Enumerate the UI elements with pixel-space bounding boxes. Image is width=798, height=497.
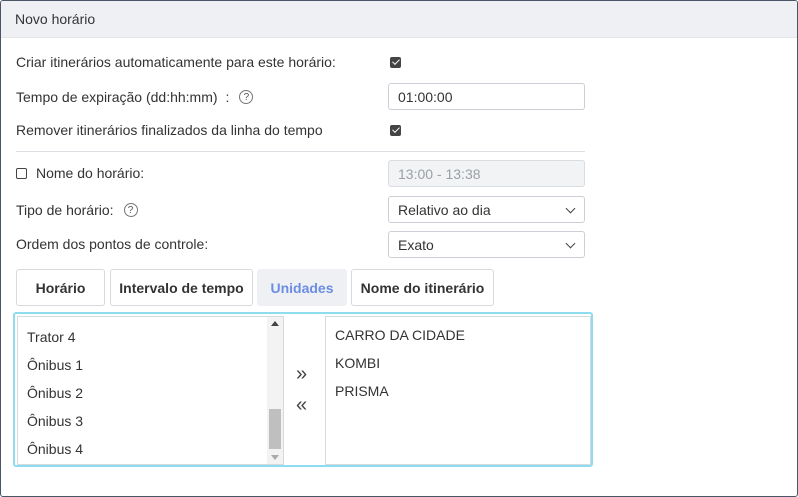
auto-create-row: Criar itinerários automaticamente para e…: [16, 52, 336, 72]
schedule-name-input[interactable]: 13:00 - 13:38: [388, 160, 585, 187]
available-units-list[interactable]: Trator 4 Ônibus 1 Ônibus 2 Ônibus 3 Ônib…: [17, 316, 284, 465]
remove-finished-row: Remover itinerários finalizados da linha…: [16, 120, 323, 140]
help-icon[interactable]: ?: [123, 203, 138, 217]
tab-time-interval[interactable]: Intervalo de tempo: [110, 269, 253, 306]
expiration-colon: :: [225, 89, 230, 105]
schedule-type-value: Relativo ao dia: [398, 201, 491, 218]
list-item[interactable]: Ônibus 2: [18, 379, 283, 407]
schedule-name-checkbox[interactable]: [16, 167, 27, 179]
tab-units[interactable]: Unidades: [257, 269, 347, 306]
auto-create-checkbox[interactable]: [390, 57, 401, 68]
scroll-down-icon[interactable]: [271, 455, 279, 460]
checkpoint-order-value: Exato: [398, 236, 434, 253]
checkpoint-order-select[interactable]: Exato: [388, 231, 585, 258]
checkpoint-order-row: Ordem dos pontos de controle:: [16, 234, 208, 254]
selected-units-list[interactable]: CARRO DA CIDADE KOMBI PRISMA: [325, 316, 591, 465]
help-icon[interactable]: ?: [239, 90, 254, 104]
list-item[interactable]: Ônibus 1: [18, 351, 283, 379]
schedule-type-label: Tipo de horário:: [16, 202, 114, 218]
list-item[interactable]: KOMBI: [326, 349, 590, 377]
remove-finished-checkbox[interactable]: [390, 125, 401, 136]
remove-finished-label: Remover itinerários finalizados da linha…: [16, 122, 323, 138]
chevron-down-icon: [565, 238, 576, 249]
list-item[interactable]: Ônibus 4: [18, 435, 283, 463]
chevron-down-icon: [565, 203, 576, 214]
scroll-up-icon[interactable]: [271, 321, 279, 326]
auto-create-label: Criar itinerários automaticamente para e…: [16, 54, 336, 70]
expiration-input[interactable]: 01:00:00: [388, 83, 585, 110]
divider: [16, 151, 585, 152]
dialog-title: Novo horário: [1, 1, 797, 38]
list-item[interactable]: CARRO DA CIDADE: [326, 321, 590, 349]
move-left-button[interactable]: «: [296, 395, 307, 415]
tab-schedule[interactable]: Horário: [16, 269, 105, 306]
expiration-row: Tempo de expiração (dd:hh:mm) : ?: [16, 87, 254, 107]
checkpoint-order-label: Ordem dos pontos de controle:: [16, 236, 209, 252]
list-item[interactable]: PRISMA: [326, 377, 590, 405]
new-schedule-dialog: Novo horário Criar itinerários automatic…: [0, 0, 798, 497]
schedule-name-label: Nome do horário:: [36, 165, 145, 181]
schedule-type-select[interactable]: Relativo ao dia: [388, 196, 585, 223]
move-right-button[interactable]: »: [296, 364, 307, 384]
expiration-label: Tempo de expiração (dd:hh:mm): [16, 89, 218, 105]
list-item[interactable]: Trator 4: [18, 323, 283, 351]
scroll-thumb[interactable]: [269, 409, 281, 449]
scrollbar[interactable]: [267, 317, 283, 464]
tab-itinerary-name[interactable]: Nome do itinerário: [351, 269, 494, 306]
list-item[interactable]: Ônibus 3: [18, 407, 283, 435]
units-panel: Trator 4 Ônibus 1 Ônibus 2 Ônibus 3 Ônib…: [13, 312, 593, 467]
schedule-type-row: Tipo de horário: ?: [16, 200, 138, 220]
schedule-name-row: Nome do horário:: [16, 163, 144, 183]
